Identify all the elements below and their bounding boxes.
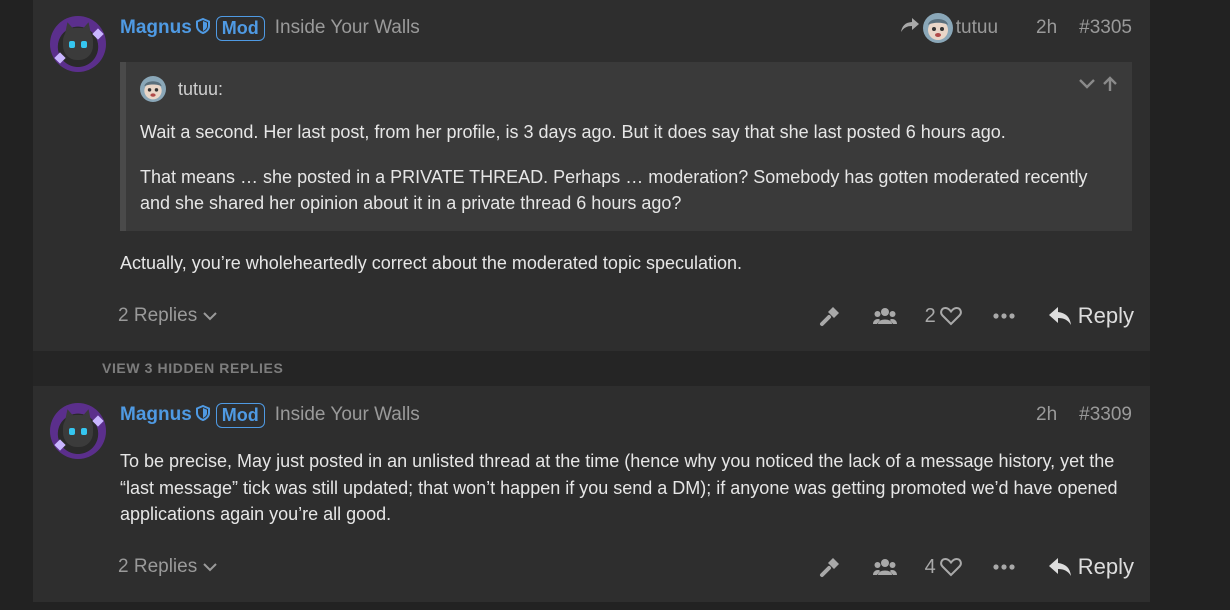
mod-badge: Mod [215,402,265,428]
replies-count: 2 Replies [118,556,198,577]
quote-author: tutuu: [178,78,224,99]
post-time[interactable]: 2h [1036,17,1057,39]
post-time[interactable]: 2h [1036,404,1057,426]
share-arrow-icon [900,17,920,39]
quote-block: tutuu: Wait a second. Her last post, fro… [120,62,1132,231]
reply-arrow-icon [1048,558,1071,576]
ellipsis-icon[interactable] [992,313,1016,319]
chevron-down-icon [203,563,217,572]
author-avatar[interactable] [50,16,106,72]
quote-header: tutuu: [140,76,223,102]
author-name[interactable]: Magnus [120,404,192,426]
chevron-down-icon[interactable] [1078,76,1096,97]
replies-toggle[interactable]: 2 Replies [118,305,217,327]
user-flair: Inside Your Walls [274,404,420,425]
reply-button[interactable]: Reply [1048,303,1134,329]
reply-arrow-icon [1048,307,1071,325]
post-body: Actually, you’re wholeheartedly correct … [120,253,743,273]
reply-button[interactable]: Reply [1048,554,1134,580]
reply-to-username: tutuu [955,17,999,38]
like-button[interactable]: 2 [925,305,962,328]
group-icon[interactable] [872,307,898,325]
replies-count: 2 Replies [118,305,198,326]
post-meta: 2h #3309 [1036,400,1132,430]
mod-badge: Mod [215,15,265,41]
ellipsis-icon[interactable] [992,564,1016,570]
arrow-up-icon[interactable] [1102,76,1118,97]
group-icon[interactable] [872,558,898,576]
author-name[interactable]: Magnus [120,17,192,39]
like-count: 4 [924,555,936,578]
quote-paragraph: Wait a second. Her last post, from her p… [140,122,1006,142]
quote-controls [1078,76,1118,97]
avatar [922,13,953,43]
post-header: Magnus Mod Inside Your Walls [120,402,420,428]
post-meta: tutuu 2h #3305 [900,13,1132,43]
reply-label: Reply [1077,303,1134,328]
heart-icon [939,557,962,577]
shield-icon [195,17,210,39]
post-3309: Magnus Mod Inside Your Walls 2h #3309 To… [33,386,1150,602]
heart-icon [939,306,962,326]
author-avatar[interactable] [50,403,106,459]
post-3305: Magnus Mod Inside Your Walls tutuu 2h #3… [33,0,1150,351]
hidden-replies-label: VIEW 3 HIDDEN REPLIES [102,360,284,376]
wrench-icon[interactable] [818,556,842,578]
reply-to-link[interactable]: tutuu [900,13,998,43]
view-hidden-replies[interactable]: VIEW 3 HIDDEN REPLIES [33,351,1150,386]
reply-label: Reply [1077,554,1134,579]
post-actions: 2 Replies 2 Reply [118,300,1134,332]
like-button[interactable]: 4 [925,556,962,579]
post-number[interactable]: #3309 [1079,404,1132,426]
post-body: To be precise, May just posted in an unl… [120,451,1118,524]
quote-paragraph: That means … she posted in a PRIVATE THR… [140,167,1088,213]
post-number[interactable]: #3305 [1079,17,1132,39]
like-count: 2 [924,304,936,327]
avatar [140,76,166,102]
shield-icon [195,404,210,426]
wrench-icon[interactable] [818,305,842,327]
post-actions: 2 Replies 4 Reply [118,551,1134,583]
chevron-down-icon [203,312,217,321]
replies-toggle[interactable]: 2 Replies [118,556,217,578]
user-flair: Inside Your Walls [274,17,420,38]
post-header: Magnus Mod Inside Your Walls [120,15,420,41]
